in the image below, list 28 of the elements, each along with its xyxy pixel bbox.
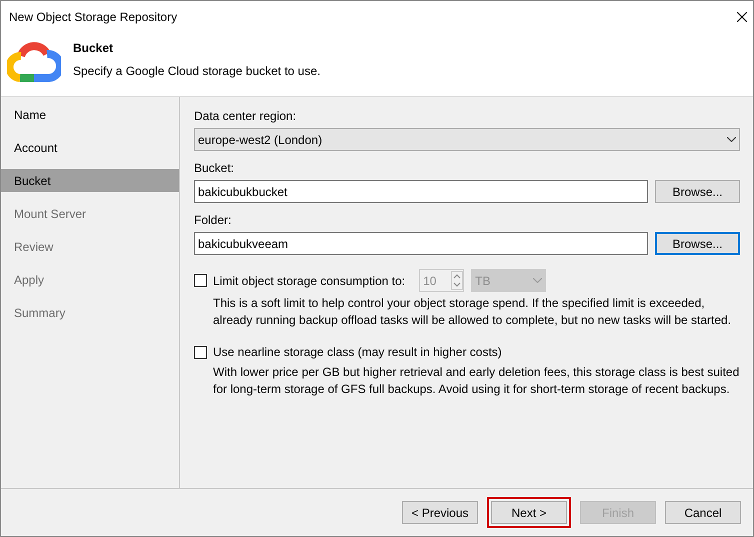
field-label: Data center region: xyxy=(194,108,298,125)
page-subtitle: Specify a Google Cloud storage bucket to use. xyxy=(73,63,320,80)
bucket-field[interactable]: bakicubukbucket xyxy=(194,180,648,203)
option-description: With lower price per GB but higher retrieval and early deletion fees, this storage class is best suited for long-term storage of GFS full backups. Avoid using it for short-term storage of recent backups. xyxy=(212,364,740,398)
chevron-down-icon xyxy=(727,137,736,142)
wizard-step[interactable]: Name xyxy=(1,103,179,126)
window-title: New Object Storage Repository xyxy=(9,8,178,26)
checkbox[interactable] xyxy=(194,346,207,358)
wizard-step[interactable]: Account xyxy=(1,136,179,159)
close-icon[interactable] xyxy=(737,12,747,22)
spinner-arrows-icon[interactable] xyxy=(451,271,464,290)
page-title: Bucket xyxy=(73,40,114,57)
browse-button[interactable]: Browse... xyxy=(655,180,740,203)
field-label: Folder: xyxy=(194,212,232,229)
checkbox-label[interactable]: Use nearline storage class (may result in higher costs) xyxy=(213,343,502,361)
chevron-down-icon xyxy=(533,278,542,283)
option-description: This is a soft limit to help control your object storage spend. If the specified limit is exceeded, already running backup offload tasks will be allowed to complete, but no new tasks will be started. xyxy=(212,295,732,329)
folder-field[interactable]: bakicubukveeam xyxy=(194,232,648,255)
browse-button[interactable]: Browse... xyxy=(655,232,740,255)
wizard-button[interactable]: Cancel xyxy=(665,501,741,524)
wizard-step[interactable]: Bucket xyxy=(1,169,179,192)
wizard-button[interactable]: < Previous xyxy=(402,501,478,524)
cloud-logo-icon xyxy=(7,42,61,82)
region-dropdown[interactable]: europe-west2 (London) xyxy=(194,128,740,151)
field-label: Bucket: xyxy=(194,160,236,177)
checkbox-label[interactable]: Limit object storage consumption to: xyxy=(213,272,406,290)
wizard-button[interactable]: Next > xyxy=(491,501,567,524)
checkbox[interactable] xyxy=(194,274,207,287)
